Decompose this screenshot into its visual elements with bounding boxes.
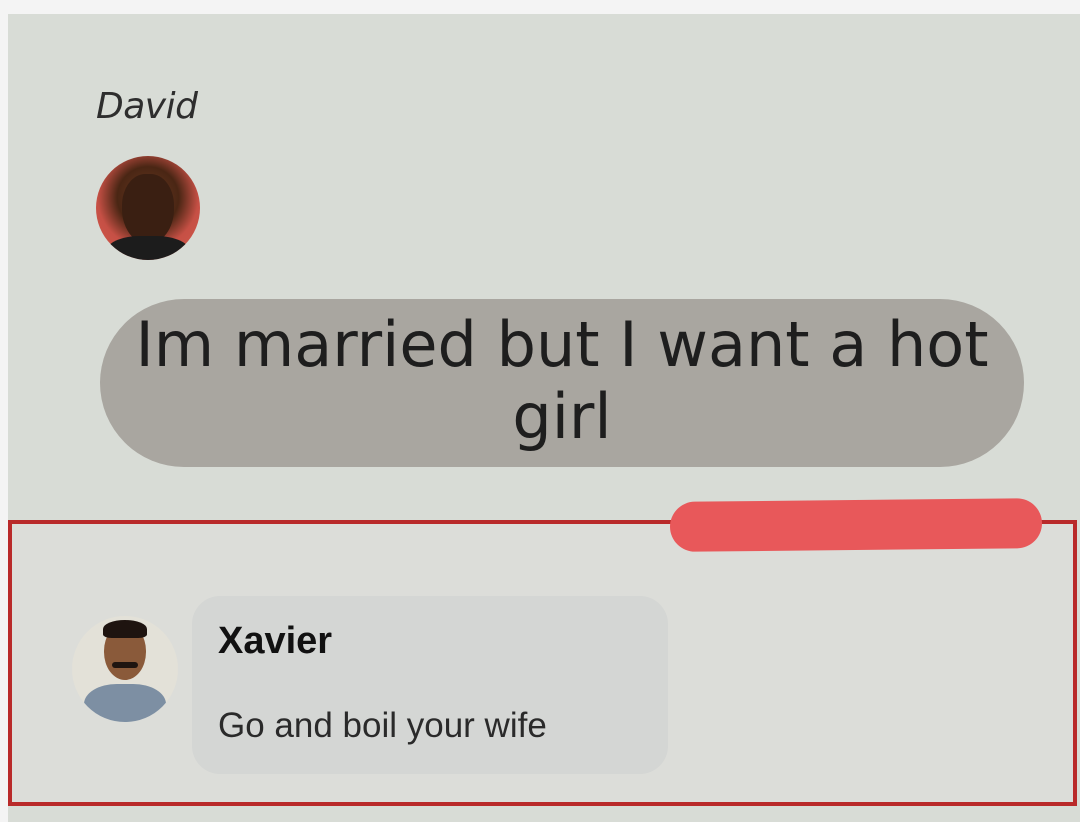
message-bubble: Im married but I want a hot girl <box>100 299 1024 467</box>
message-text: Im married but I want a hot girl <box>135 308 989 453</box>
avatar-mustache <box>112 662 138 668</box>
post-author-name[interactable]: David <box>96 86 198 127</box>
redaction-scribble <box>669 498 1043 552</box>
comment-author-avatar[interactable] <box>72 616 178 722</box>
post-author-avatar[interactable] <box>96 156 200 260</box>
avatar-hair <box>103 620 147 638</box>
highlighted-comment-box: Xavier Go and boil your wife <box>8 520 1077 806</box>
comment-author-name[interactable]: Xavier <box>218 620 332 663</box>
comment-bubble: Xavier Go and boil your wife <box>192 596 668 774</box>
avatar-shirt <box>84 684 166 722</box>
avatar-shirt <box>106 236 190 260</box>
comment-text: Go and boil your wife <box>218 706 547 745</box>
avatar-face <box>122 174 174 244</box>
screenshot-canvas: David Im married but I want a hot girl X… <box>8 14 1080 822</box>
